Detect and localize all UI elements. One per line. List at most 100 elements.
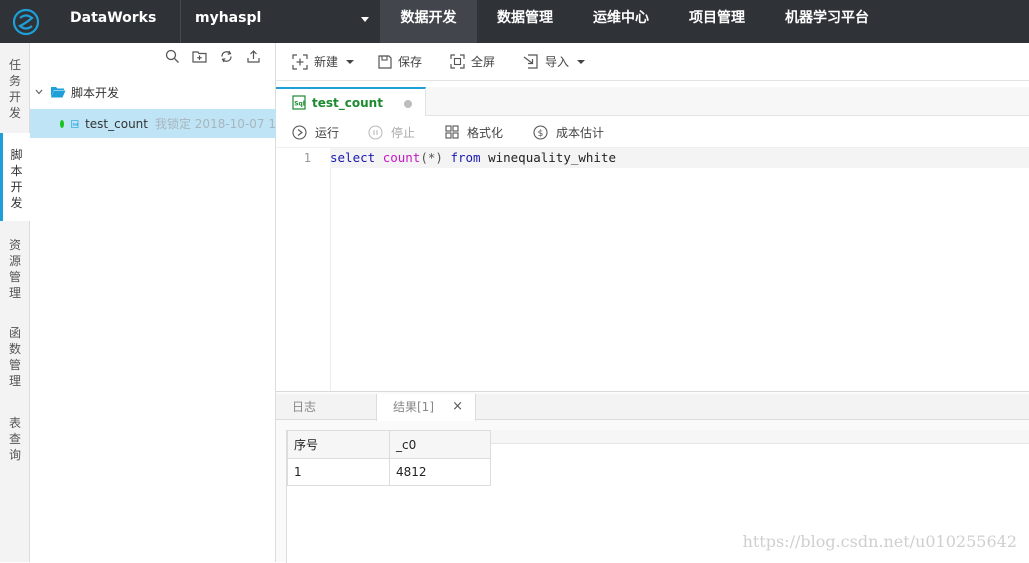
script-tree-panel: 脚本开发 Sql test_count 我锁定 2018-10-07 1 xyxy=(30,43,276,562)
sql-code-editor[interactable]: 1 select count(*) from winequality_white xyxy=(276,148,1029,391)
tab-label-char: 任 xyxy=(8,58,21,72)
chevron-down-icon[interactable] xyxy=(361,17,369,22)
svg-text:Sql: Sql xyxy=(73,122,78,126)
line-number: 1 xyxy=(303,151,311,165)
tab-function-management[interactable]: 函数管理 xyxy=(0,317,30,397)
tree-file-label: test_count xyxy=(85,116,148,131)
table-row: 1 4812 xyxy=(287,458,491,486)
tab-resource-management[interactable]: 资源管理 xyxy=(0,229,30,309)
tree-file-test-count[interactable]: Sql test_count 我锁定 2018-10-07 1 xyxy=(30,109,276,138)
tree-folder-script-development[interactable]: 脚本开发 xyxy=(30,81,276,103)
save-button[interactable]: 保存 xyxy=(378,43,422,80)
tab-label-char: 脚 xyxy=(10,148,23,162)
tab-label-char: 管 xyxy=(8,358,21,372)
new-button[interactable]: 新建 xyxy=(292,43,355,80)
brand-name: DataWorks xyxy=(70,10,157,26)
close-icon[interactable]: × xyxy=(452,394,463,420)
tab-label-char: 管 xyxy=(8,270,21,284)
lock-status: 我锁定 2018-10-07 1 xyxy=(154,117,276,131)
tab-result[interactable]: 结果[1] × xyxy=(376,394,476,421)
chevron-down-icon[interactable] xyxy=(34,87,44,97)
tab-script-development[interactable]: 脚本开发 xyxy=(0,133,30,221)
fullscreen-button[interactable]: 全屏 xyxy=(450,43,495,80)
tab-test-count[interactable]: Sql test_count xyxy=(276,87,426,116)
fullscreen-icon xyxy=(450,54,465,69)
execution-toolbar: 运行 停止 格式化 $ 成本估计 xyxy=(276,116,1029,148)
operator-paren: (*) xyxy=(420,150,443,165)
save-button-label: 保存 xyxy=(398,55,423,69)
line-gutter: 1 xyxy=(276,148,331,391)
tab-label-char: 开 xyxy=(8,90,21,104)
tab-table-query[interactable]: 表查询 xyxy=(0,407,30,471)
grid-header-fill xyxy=(490,430,1029,444)
tab-label-char: 资 xyxy=(8,238,21,252)
table-identifier: winequality_white xyxy=(488,150,617,165)
tab-label-char: 本 xyxy=(10,164,23,178)
dataworks-logo-icon[interactable] xyxy=(0,0,52,43)
tab-label-char: 询 xyxy=(8,448,21,462)
editor-area: 新建 保存 全屏 导入 Sql test_count 运行 停止 格式化 $ 成… xyxy=(276,43,1029,563)
nav-ml-platform[interactable]: 机器学习平台 xyxy=(765,0,889,43)
tab-label-char: 务 xyxy=(8,74,21,88)
nav-data-development[interactable]: 数据开发 xyxy=(380,0,477,43)
tab-label-char: 表 xyxy=(8,416,21,430)
main-toolbar: 新建 保存 全屏 导入 xyxy=(276,43,1029,81)
tab-label-char: 开 xyxy=(10,180,23,194)
top-bar: DataWorks myhaspl 数据开发 数据管理 运维中心 项目管理 机器… xyxy=(0,0,1029,43)
folder-open-icon xyxy=(51,87,66,98)
format-button-label: 格式化 xyxy=(467,125,504,140)
left-tab-strip: 任务开发 脚本开发 资源管理 函数管理 表查询 xyxy=(0,43,30,562)
tree-folder-label: 脚本开发 xyxy=(71,85,120,100)
tab-label-char: 函 xyxy=(8,326,21,340)
file-tab-bar: Sql test_count xyxy=(276,87,1029,116)
import-icon xyxy=(523,54,538,69)
sql-file-icon: Sql xyxy=(292,95,306,110)
stop-button-label: 停止 xyxy=(391,125,416,140)
cost-estimate-button[interactable]: $ 成本估计 xyxy=(533,116,604,148)
unsaved-dot[interactable] xyxy=(404,100,412,108)
nav-data-management[interactable]: 数据管理 xyxy=(477,0,573,43)
table-cell[interactable]: 4812 xyxy=(389,458,491,486)
nav-ops-center[interactable]: 运维中心 xyxy=(573,0,669,43)
run-button[interactable]: 运行 xyxy=(292,116,339,148)
run-button-label: 运行 xyxy=(315,125,340,140)
tab-label: 表查询 xyxy=(0,415,30,463)
refresh-icon[interactable] xyxy=(219,49,234,64)
tab-label-char: 发 xyxy=(8,106,21,120)
new-folder-icon[interactable] xyxy=(192,49,207,64)
column-header[interactable]: _c0 xyxy=(389,430,491,459)
tab-task-development[interactable]: 任务开发 xyxy=(0,55,30,135)
tab-label: test_count xyxy=(312,95,383,110)
table-cell[interactable]: 1 xyxy=(287,458,390,486)
grid-icon xyxy=(445,125,459,139)
tab-log[interactable]: 日志 xyxy=(276,394,376,420)
play-icon xyxy=(292,124,307,140)
format-button[interactable]: 格式化 xyxy=(445,116,503,148)
tab-label: 资源管理 xyxy=(0,237,30,301)
tab-label: 脚本开发 xyxy=(3,147,30,211)
function-count: count xyxy=(382,150,421,165)
table-header-row: 序号 _c0 xyxy=(287,430,491,459)
upload-icon[interactable] xyxy=(246,49,261,64)
tab-label: 任务开发 xyxy=(0,57,30,121)
result-tab-bar: 日志 结果[1] × xyxy=(276,394,1029,421)
keyword-from: from xyxy=(450,150,481,165)
code-line[interactable]: select count(*) from winequality_white xyxy=(330,148,1029,168)
status-dot xyxy=(60,119,65,128)
tab-label-char: 理 xyxy=(8,374,21,388)
import-button[interactable]: 导入 xyxy=(523,43,586,80)
tab-label-char: 源 xyxy=(8,254,21,268)
project-selector[interactable]: myhaspl xyxy=(195,0,261,36)
stop-button[interactable]: 停止 xyxy=(368,116,415,148)
search-icon[interactable] xyxy=(165,49,180,64)
tree-toolbar xyxy=(165,49,261,64)
import-button-label: 导入 xyxy=(545,55,570,69)
nav-project-management[interactable]: 项目管理 xyxy=(669,0,765,43)
chevron-down-icon xyxy=(577,59,586,64)
tab-label-char: 查 xyxy=(8,432,21,446)
tab-result-label: 结果[1] xyxy=(393,400,434,414)
column-header[interactable]: 序号 xyxy=(287,430,390,459)
tab-label-char: 理 xyxy=(8,286,21,300)
svg-text:Sql: Sql xyxy=(294,101,305,108)
divider xyxy=(180,0,181,43)
